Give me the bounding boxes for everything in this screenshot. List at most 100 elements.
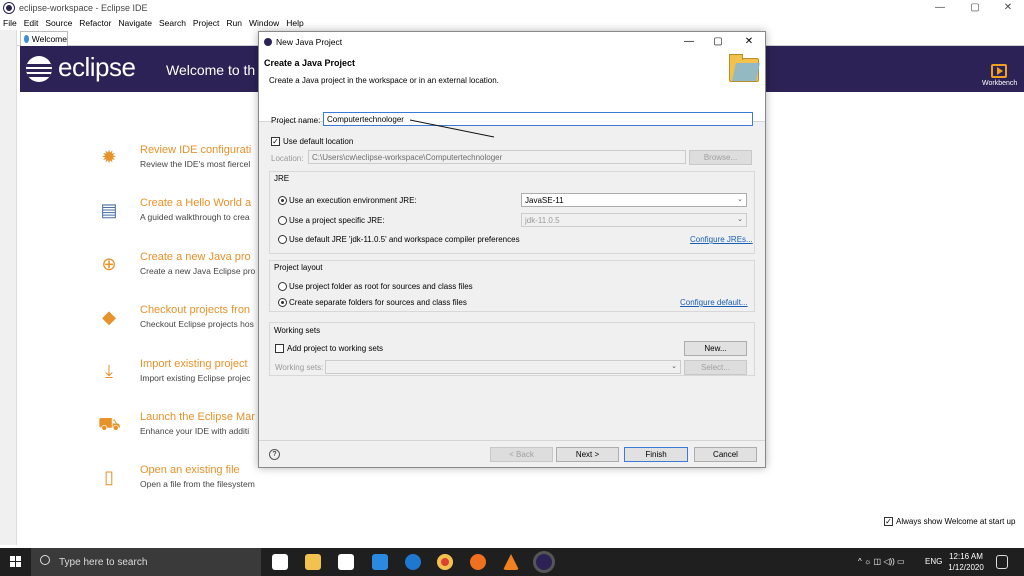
tutorial-icon: ▤ [100,200,118,220]
minimize-button[interactable]: — [925,0,955,16]
menu-file[interactable]: File [3,18,17,28]
browse-button[interactable]: Browse... [689,150,752,165]
left-trim-bar [0,30,17,545]
menu-search[interactable]: Search [159,18,186,28]
file-explorer-icon[interactable] [305,554,321,570]
welcome-item-open-file[interactable]: ▯ Open an existing file Open a file from… [98,464,298,504]
marketplace-icon: ⛟ [98,414,121,434]
eclipse-brand: eclipse [58,52,136,82]
help-icon[interactable]: ? [269,449,280,460]
taskbar-search-text: Type here to search [59,556,148,568]
jre-specific-label: Use a project specific JRE: [289,216,385,225]
item-title[interactable]: Launch the Eclipse Mar [140,411,255,423]
close-button[interactable]: ✕ [993,0,1023,16]
location-input[interactable]: C:\Users\cw\eclipse-workspace\Computerte… [308,150,686,164]
jre-specific-radio[interactable] [278,216,287,225]
edge-icon[interactable] [405,554,421,570]
item-desc: Open a file from the filesystem [140,479,255,489]
item-title[interactable]: Open an existing file [140,464,240,476]
tab-welcome-label: Welcome [31,34,67,44]
back-button[interactable]: < Back [490,447,553,462]
language-indicator[interactable]: ENG [925,548,942,576]
menu-window[interactable]: Window [249,18,279,28]
layout-separate-radio[interactable] [278,298,287,307]
add-to-working-sets-checkbox[interactable] [275,344,284,353]
dialog-title: New Java Project [276,37,343,47]
layout-root-radio[interactable] [278,282,287,291]
project-layout-label: Project layout [274,263,323,272]
jre-env-label: Use an execution environment JRE: [289,196,417,205]
next-button[interactable]: Next > [556,447,619,462]
eclipse-logo-icon [26,56,52,82]
item-desc: Enhance your IDE with additi [140,426,250,436]
item-title[interactable]: Checkout projects fron [140,304,250,316]
menu-edit[interactable]: Edit [24,18,39,28]
layout-separate-label: Create separate folders for sources and … [289,298,467,307]
taskbar-clock[interactable]: 12:16 AM 1/12/2020 [944,551,988,573]
item-desc: Checkout Eclipse projects hos [140,319,254,329]
menu-help[interactable]: Help [286,18,303,28]
notifications-icon[interactable] [996,555,1008,569]
chevron-down-icon: ⌄ [737,196,743,203]
configure-jres-link[interactable]: Configure JREs... [690,235,753,244]
menu-source[interactable]: Source [45,18,72,28]
item-title[interactable]: Import existing project [140,358,248,370]
jre-env-select[interactable]: JavaSE-11 ⌄ [521,193,747,207]
search-icon [40,555,50,565]
java-project-folder-icon [729,54,759,82]
play-icon [991,64,1007,78]
gear-icon: ✹ [101,147,117,167]
store-icon[interactable] [338,554,354,570]
jre-group-label: JRE [274,174,290,183]
vlc-icon[interactable] [503,554,519,570]
working-sets-select[interactable]: ⌄ [325,360,681,374]
tab-welcome[interactable]: Welcome [20,31,68,46]
menu-navigate[interactable]: Navigate [118,18,152,28]
jre-specific-select[interactable]: jdk-11.0.5 ⌄ [521,213,747,227]
item-title[interactable]: Review IDE configurati [140,144,251,156]
file-icon: ▯ [104,467,114,487]
maximize-button[interactable]: ▢ [960,0,990,16]
tray-icons[interactable]: ^ ☼ ◫ ◁)) ▭ [858,548,905,576]
always-show-checkbox[interactable]: ✓ [884,517,893,526]
project-name-label: Project name: [271,116,321,125]
dialog-close-button[interactable]: ✕ [734,32,764,52]
taskbar-search[interactable]: Type here to search [31,548,261,576]
jre-default-radio[interactable] [278,235,287,244]
cancel-button[interactable]: Cancel [694,447,757,462]
always-show-label: Always show Welcome at start up [896,517,1016,526]
item-desc: Import existing Eclipse projec [140,373,251,383]
item-title[interactable]: Create a Hello World a [140,197,251,209]
configure-default-link[interactable]: Configure default... [680,298,748,307]
taskbar: Type here to search ^ ☼ ◫ ◁)) ▭ ENG 12:1… [0,548,1024,576]
mail-icon[interactable] [372,554,388,570]
new-working-set-button[interactable]: New... [684,341,747,356]
dialog-title-bar: New Java Project — ▢ ✕ [259,32,765,52]
always-show-welcome[interactable]: ✓ Always show Welcome at start up [884,517,1015,526]
dialog-heading: Create a Java Project [264,58,356,68]
eclipse-app-icon [4,3,14,13]
chrome-icon[interactable] [437,554,453,570]
jre-env-radio[interactable] [278,196,287,205]
chevron-down-icon: ⌄ [671,363,677,370]
firefox-icon[interactable] [470,554,486,570]
task-view-icon[interactable] [272,554,288,570]
use-default-location-checkbox[interactable]: ✓ [271,137,280,146]
menu-project[interactable]: Project [193,18,219,28]
finish-button[interactable]: Finish [624,447,688,462]
project-name-input[interactable]: Computertechnologer [323,112,753,126]
chevron-down-icon: ⌄ [737,216,743,223]
workbench-label: Workbench [982,80,1018,87]
working-sets-label: Working sets [274,326,321,335]
item-desc: A guided walkthrough to crea [140,212,250,222]
item-desc: Create a new Java Eclipse pro [140,266,256,276]
select-working-sets-button[interactable]: Select... [684,360,747,375]
item-title[interactable]: Create a new Java pro [140,251,251,263]
menu-run[interactable]: Run [226,18,242,28]
dialog-minimize-button[interactable]: — [674,32,704,52]
windows-start-icon[interactable] [10,556,22,568]
workbench-button[interactable]: Workbench [982,64,1018,87]
menu-refactor[interactable]: Refactor [79,18,111,28]
eclipse-taskbar-icon[interactable] [536,554,552,570]
dialog-maximize-button[interactable]: ▢ [703,32,733,52]
